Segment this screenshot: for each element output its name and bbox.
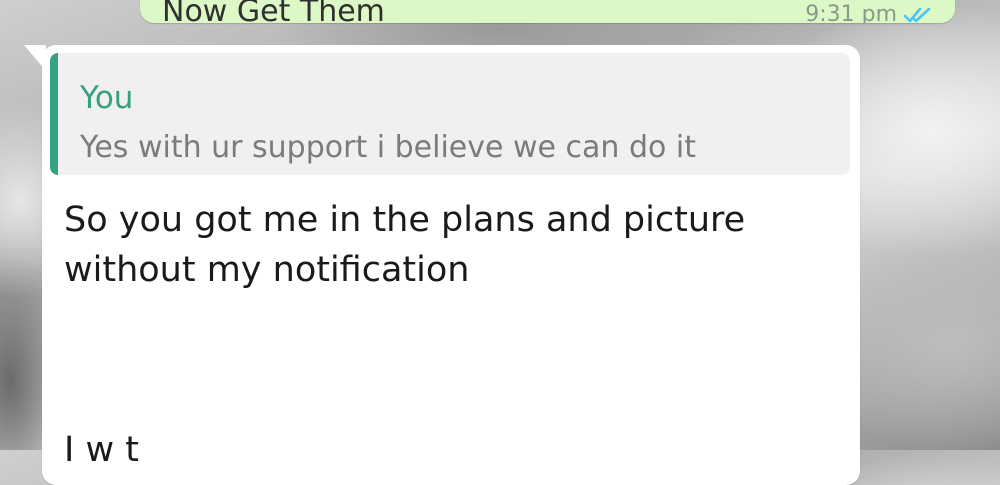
received-message-bubble[interactable]: You Yes with ur support i believe we can… — [24, 45, 860, 485]
sent-message-time: 9:31 pm — [805, 2, 897, 23]
quoted-author: You — [80, 80, 134, 116]
quoted-text: Yes with ur support i believe we can do … — [80, 130, 696, 165]
message-text: So you got me in the plans and picture w… — [64, 200, 746, 290]
quoted-reply[interactable]: You Yes with ur support i believe we can… — [50, 53, 850, 175]
message-text-continued: I w t — [64, 430, 139, 470]
sent-message-bubble[interactable]: Now Get Them 9:31 pm — [140, 0, 955, 23]
quote-accent-bar — [50, 53, 58, 175]
bubble-tail — [24, 45, 46, 71]
sent-message-text: Now Get Them — [162, 0, 385, 23]
double-check-icon — [903, 5, 933, 24]
sent-message-meta: 9:31 pm — [805, 2, 933, 23]
